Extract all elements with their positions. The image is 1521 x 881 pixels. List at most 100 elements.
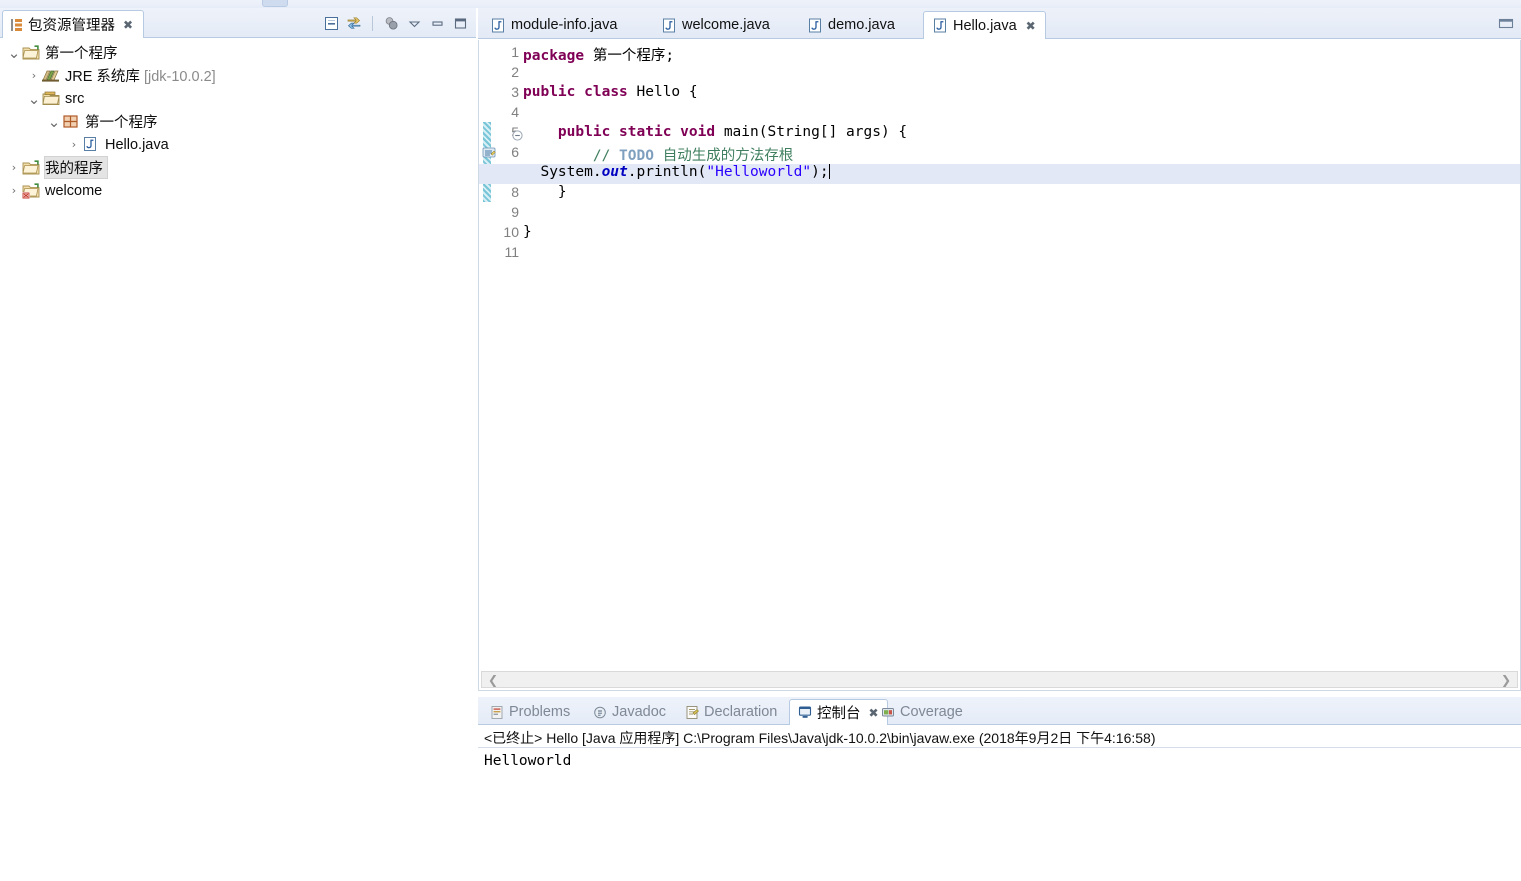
code-token: public: [523, 84, 576, 100]
java-file-icon: [808, 18, 822, 33]
editor-horizontal-scrollbar[interactable]: ❮ ❯: [481, 671, 1518, 688]
java-project-icon: [22, 44, 41, 62]
code-token: //: [592, 148, 620, 164]
close-icon[interactable]: ✖: [123, 19, 133, 31]
code-text[interactable]: package 第一个程序; public class Hello { publi…: [479, 40, 1520, 690]
chevron-right-icon[interactable]: ›: [6, 179, 22, 202]
bottom-tab-label: Coverage: [900, 704, 963, 720]
java-file-icon: [491, 18, 505, 33]
package-explorer-title: 包资源管理器: [28, 18, 115, 34]
tree-item-label: 第一个程序: [45, 46, 118, 62]
tree-item-6[interactable]: › welcome: [0, 179, 476, 202]
code-token: }: [523, 184, 567, 200]
code-token: void: [680, 124, 716, 140]
bottom-tab-Declaration[interactable]: Declaration: [677, 699, 785, 725]
chevron-right-icon[interactable]: ›: [26, 64, 42, 87]
code-editor[interactable]: 1234567891011 package 第一个程序;public class…: [478, 40, 1521, 691]
package-explorer-tree[interactable]: ⌄ 第一个程序 › JRE 系统库 [jdk-10.0.2] ⌄ src ⌄ 第一个程序 › He…: [0, 39, 476, 881]
line-number: 2: [511, 64, 519, 80]
chevron-down-icon[interactable]: ⌄: [26, 87, 42, 110]
chevron-down-icon[interactable]: ⌄: [46, 110, 62, 133]
bottom-tab-Problems[interactable]: Problems: [482, 699, 578, 725]
code-token: "Helloworld": [706, 164, 812, 180]
link-with-editor-icon[interactable]: [344, 13, 364, 33]
close-icon[interactable]: ✖: [1026, 20, 1036, 32]
editor-tab-welcome-java[interactable]: welcome.java: [653, 11, 779, 39]
line-number: 4: [511, 104, 519, 120]
code-token: );: [811, 164, 829, 180]
minimize-icon[interactable]: [427, 13, 447, 33]
line-number: 3: [511, 84, 519, 100]
view-menu-chevron-icon[interactable]: [404, 13, 424, 33]
code-token: static: [619, 124, 672, 140]
scroll-left-arrow-icon[interactable]: ❮: [488, 673, 498, 687]
bottom-tab-label: 控制台: [817, 706, 861, 722]
package-icon: [62, 113, 81, 131]
console-view: Problems Javadoc Declaration 控制台 ✖ Coverage <…: [478, 697, 1521, 881]
bottom-panel-tabbar: Problems Javadoc Declaration 控制台 ✖ Coverage: [478, 697, 1521, 725]
line-number-gutter: 1234567891011: [479, 40, 523, 690]
console-output[interactable]: Helloworld: [478, 749, 1521, 881]
code-line: // TODO 自动生成的方法存根: [523, 144, 793, 164]
bottom-tab-label: Problems: [509, 704, 571, 720]
code-token: .println(: [627, 164, 707, 180]
eclipse-ide-window: 包资源管理器 ✖ ⌄ 第一个程序 › JRE 系统库 [jdk-10.0.2] …: [0, 0, 1521, 881]
code-token: TODO: [619, 148, 654, 164]
fold-collapse-icon[interactable]: [512, 128, 523, 141]
line-number: 10: [503, 224, 519, 240]
code-token: Hello {: [627, 84, 698, 100]
problems-icon: [490, 705, 504, 720]
coverage-icon: [881, 705, 895, 720]
code-token: class: [584, 84, 628, 100]
java-project-error-icon: [22, 182, 41, 200]
tab-package-explorer[interactable]: 包资源管理器 ✖: [2, 10, 145, 38]
editor-tab-Hello-java[interactable]: Hello.java ✖: [923, 11, 1046, 39]
editor-tab-demo-java[interactable]: demo.java: [799, 11, 904, 39]
tree-item-label: 我的程序: [44, 156, 108, 179]
source-folder-icon: [42, 90, 61, 108]
scroll-right-arrow-icon[interactable]: ❯: [1501, 673, 1511, 687]
java-file-icon: [933, 18, 947, 33]
editor-tab-module-info-java[interactable]: module-info.java: [482, 11, 626, 39]
package-explorer-view: 包资源管理器 ✖ ⌄ 第一个程序 › JRE 系统库 [jdk-10.0.2] …: [0, 8, 476, 881]
tree-item-1[interactable]: › JRE 系统库 [jdk-10.0.2]: [0, 64, 476, 87]
code-token: out: [601, 164, 628, 180]
tree-item-label: src: [65, 90, 85, 107]
tree-item-2[interactable]: ⌄ src: [0, 87, 476, 110]
java-project-icon: [22, 159, 41, 177]
restore-icon[interactable]: [1498, 17, 1514, 30]
tree-item-4[interactable]: › Hello.java: [0, 133, 476, 156]
code-token: public: [557, 124, 611, 140]
tree-item-5[interactable]: › 我的程序: [0, 156, 476, 179]
code-token: package: [523, 48, 585, 64]
line-number: 1: [511, 44, 519, 60]
text-caret: [828, 164, 830, 179]
javadoc-icon: [593, 705, 607, 720]
java-file-icon: [662, 18, 676, 33]
line-number: 6: [511, 144, 519, 160]
tree-item-3[interactable]: ⌄ 第一个程序: [0, 110, 476, 133]
line-number: 11: [504, 244, 519, 260]
tree-item-suffix: [jdk-10.0.2]: [139, 69, 216, 85]
maximize-icon[interactable]: [450, 13, 470, 33]
view-filter-icon[interactable]: [381, 13, 401, 33]
code-line: System.out.println("Helloworld");: [523, 164, 830, 184]
code-token: 第一个程序;: [584, 48, 675, 64]
editor-tab-label: demo.java: [828, 17, 895, 33]
editor-tab-label: module-info.java: [511, 17, 618, 33]
bottom-tab-Coverage[interactable]: Coverage: [873, 699, 971, 725]
bottom-tab-Javadoc[interactable]: Javadoc: [585, 699, 674, 725]
chevron-right-icon[interactable]: ›: [66, 133, 82, 156]
editor-tabbar: module-info.java welcome.java demo.java Hel…: [478, 8, 1521, 39]
jre-library-icon: [42, 67, 61, 85]
collapse-all-icon[interactable]: [321, 13, 341, 33]
chevron-down-icon[interactable]: ⌄: [6, 41, 22, 64]
code-line: package 第一个程序;: [523, 44, 674, 64]
tree-item-0[interactable]: ⌄ 第一个程序: [0, 41, 476, 64]
code-token: }: [523, 224, 532, 240]
editor-tab-label: welcome.java: [682, 17, 770, 33]
chevron-right-icon[interactable]: ›: [6, 156, 22, 179]
